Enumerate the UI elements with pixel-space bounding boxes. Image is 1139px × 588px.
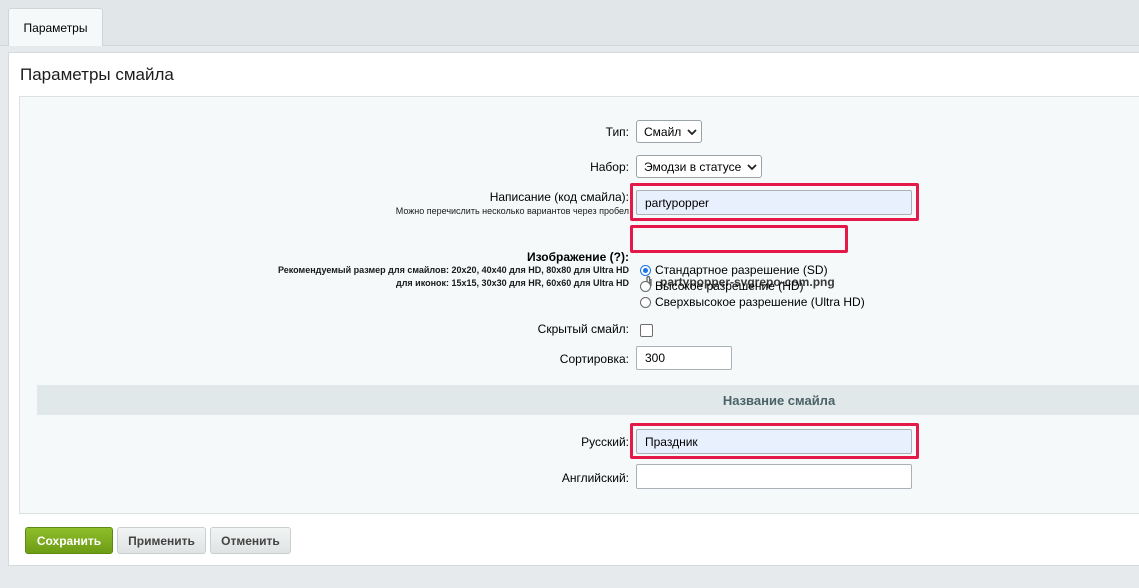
smile-form: Тип: Смайл Набор: Эмодзи в статусе Напис… <box>19 96 1139 514</box>
set-select[interactable]: Эмодзи в статусе <box>636 155 763 178</box>
image-hint-icons: для иконок: 15x15, 30x30 для HR, 60x60 д… <box>396 278 629 288</box>
highlight-box <box>630 423 919 459</box>
resolution-label: Сверхвысокое разрешение (Ultra HD) <box>655 295 865 309</box>
tab-bar: Параметры <box>0 0 1139 46</box>
radio-button[interactable] <box>640 264 651 276</box>
sort-input[interactable]: 300 <box>636 346 732 370</box>
type-label: Тип: <box>605 125 629 139</box>
type-select[interactable]: Смайл <box>636 120 703 143</box>
typing-label: Написание (код смайла): <box>489 190 629 204</box>
name-section-header: Название смайла <box>37 385 1139 415</box>
set-label: Набор: <box>590 160 629 174</box>
resolution-option-uhd[interactable]: Сверхвысокое разрешение (Ultra HD) <box>640 295 865 309</box>
russian-label: Русский: <box>581 435 629 449</box>
cancel-button[interactable]: Отменить <box>210 527 291 554</box>
resolution-label: Стандартное разрешение (SD) <box>655 263 828 277</box>
highlight-box <box>630 183 919 221</box>
hidden-label: Скрытый смайл: <box>537 322 629 336</box>
chevron-down-icon <box>687 128 697 135</box>
highlight-box <box>630 225 848 253</box>
image-hint-smiles: Рекомендуемый размер для смайлов: 20x20,… <box>278 265 629 275</box>
english-input[interactable] <box>636 464 912 489</box>
image-label: Изображение (?): <box>526 250 629 264</box>
radio-button[interactable] <box>640 280 651 292</box>
type-select-value: Смайл <box>644 124 682 139</box>
apply-button[interactable]: Применить <box>117 527 206 554</box>
sort-label: Сортировка: <box>559 352 629 366</box>
typing-hint: Можно перечислить несколько вариантов че… <box>395 206 629 216</box>
english-label: Английский: <box>561 471 629 485</box>
set-select-value: Эмодзи в статусе <box>644 159 742 174</box>
tab-parameters[interactable]: Параметры <box>8 8 103 46</box>
save-button[interactable]: Сохранить <box>25 527 113 554</box>
resolution-label: Высокое разрешение (HD) <box>655 279 804 293</box>
resolution-option-hd[interactable]: Высокое разрешение (HD) <box>640 279 804 293</box>
page-title: Параметры смайла <box>20 65 174 84</box>
hidden-checkbox[interactable] <box>640 324 653 337</box>
resolution-option-sd[interactable]: Стандартное разрешение (SD) <box>640 263 828 277</box>
settings-panel: Параметры смайла Тип: Смайл Набор: Эмодз… <box>8 52 1139 566</box>
chevron-down-icon <box>747 163 757 170</box>
radio-button[interactable] <box>640 296 651 308</box>
